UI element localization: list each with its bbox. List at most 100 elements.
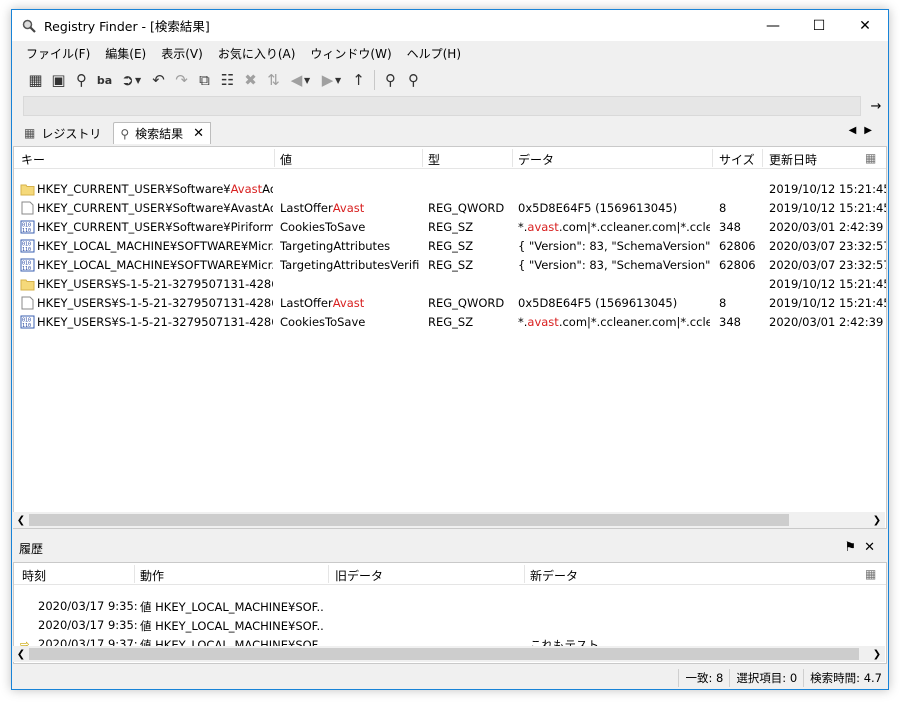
tab-search-results-label: 検索結果: [135, 127, 184, 141]
search-computer-icon[interactable]: ▣: [47, 69, 70, 91]
forward-dropdown-icon[interactable]: ▼: [335, 76, 345, 85]
column-header-size[interactable]: サイズ: [719, 151, 755, 168]
history-panel-header: 履歴 ⚑✕: [13, 538, 887, 558]
menu-file[interactable]: ファイル(F): [26, 45, 90, 62]
column-header-time[interactable]: 時刻: [22, 567, 46, 584]
go-arrow-icon[interactable]: →: [868, 96, 884, 116]
history-scroll-right-icon[interactable]: ❯: [869, 649, 885, 660]
column-header-action[interactable]: 動作: [140, 567, 164, 584]
paste-icon[interactable]: ☷: [216, 69, 239, 91]
refresh-icon[interactable]: ⇅: [262, 69, 285, 91]
cell-date: 2020/03/07 23:32:57: [769, 258, 887, 272]
column-header-key[interactable]: キー: [21, 151, 45, 168]
address-bar-input[interactable]: [23, 96, 861, 116]
status-bar: 一致: 8 選択項目: 0 検索時間: 4.7: [12, 666, 888, 690]
table-row[interactable]: HKEY_CURRENT_USER¥Software¥AvastAdS... La…: [14, 199, 886, 218]
toolbar-separator: [374, 70, 375, 90]
column-chooser-icon[interactable]: ▦: [865, 151, 876, 165]
up-icon[interactable]: ↑: [347, 69, 370, 91]
string-value-icon: 010 110: [20, 258, 35, 272]
string-value-icon: 010 110: [20, 220, 35, 234]
cell-date: 2019/10/12 15:21:45: [769, 277, 887, 291]
folder-icon: [20, 182, 35, 196]
history-row[interactable]: 2020/03/17 9:35:... 値 HKEY_LOCAL_MACHINE¥…: [14, 616, 886, 635]
status-search-time: 検索時間: 4.7: [803, 669, 888, 687]
tab-search-results[interactable]: ⚲ 検索結果 ✕: [113, 122, 212, 144]
column-header-value[interactable]: 値: [280, 151, 292, 168]
cell-action: 値 HKEY_LOCAL_MACHINE¥SOF...: [140, 619, 324, 633]
menu-window[interactable]: ウィンドウ(W): [310, 45, 391, 62]
back-dropdown-icon[interactable]: ▼: [304, 76, 314, 85]
title-bar[interactable]: Registry Finder - [検索結果] — ☐ ✕: [12, 10, 888, 41]
copy-icon[interactable]: ⧉: [193, 69, 216, 91]
scroll-right-icon[interactable]: ❯: [869, 515, 885, 526]
cell-key: HKEY_LOCAL_MACHINE¥SOFTWARE¥Micr...: [37, 258, 273, 272]
cell-key: HKEY_CURRENT_USER¥Software¥AvastAdS...: [37, 201, 273, 215]
cell-data: 0x5D8E64F5 (1569613045): [518, 201, 678, 215]
cell-value: TargetingAttributesVerifi...: [280, 258, 420, 272]
undo-icon[interactable]: ↶: [147, 69, 170, 91]
menu-edit[interactable]: 編集(E): [105, 45, 146, 62]
delete-icon[interactable]: ✖: [239, 69, 262, 91]
results-hscrollbar[interactable]: ❮ ❯: [13, 512, 885, 528]
table-row[interactable]: 010 110 HKEY_LOCAL_MACHINE¥SOFTWARE¥Micr..…: [14, 256, 886, 275]
column-header-old-data[interactable]: 旧データ: [335, 567, 383, 584]
table-row[interactable]: HKEY_USERS¥S-1-5-21-3279507131-428624...…: [14, 294, 886, 313]
find-previous-icon[interactable]: ⚲: [379, 69, 402, 91]
find-icon[interactable]: ⚲: [70, 69, 93, 91]
column-header-date[interactable]: 更新日時: [769, 151, 817, 168]
cell-key: HKEY_USERS¥S-1-5-21-3279507131-428624...: [37, 277, 273, 291]
menu-help[interactable]: ヘルプ(H): [407, 45, 461, 62]
pin-icon[interactable]: ⚑: [844, 540, 864, 555]
cell-date: 2020/03/01 2:42:39: [769, 220, 884, 234]
cell-value: CookiesToSave: [280, 220, 366, 234]
close-tab-icon[interactable]: ✕: [193, 126, 204, 141]
find-next-icon[interactable]: ⚲: [402, 69, 425, 91]
binary-value-icon: [20, 201, 35, 215]
tab-registry[interactable]: ▦ レジストリ: [18, 122, 107, 144]
table-row[interactable]: 010 110 HKEY_LOCAL_MACHINE¥SOFTWARE¥Micr..…: [14, 237, 886, 256]
cell-type: REG_QWORD: [428, 296, 505, 310]
history-header: 時刻 動作 旧データ 新データ ▦: [14, 563, 886, 585]
redo-icon[interactable]: ↷: [170, 69, 193, 91]
export-dropdown-icon[interactable]: ▼: [135, 76, 145, 85]
registry-icon[interactable]: ▦: [24, 69, 47, 91]
string-value-icon: 010 110: [20, 315, 35, 329]
app-window: Registry Finder - [検索結果] — ☐ ✕ ファイル(F) 編…: [11, 9, 889, 690]
menu-bar: ファイル(F) 編集(E) 表示(V) お気に入り(A) ウィンドウ(W) ヘル…: [12, 42, 888, 64]
history-row[interactable]: 2020/03/17 9:35:... 値 HKEY_LOCAL_MACHINE¥…: [14, 597, 886, 616]
menu-view[interactable]: 表示(V): [161, 45, 203, 62]
cell-value: LastOfferAvast: [280, 201, 365, 215]
cell-date: 2019/10/12 15:21:45: [769, 182, 887, 196]
cell-key: HKEY_USERS¥S-1-5-21-3279507131-428624...: [37, 296, 273, 310]
column-header-new-data[interactable]: 新データ: [530, 567, 578, 584]
cell-data: { "Version": 83, "SchemaVersion":...: [518, 258, 710, 272]
table-row[interactable]: 010 110 HKEY_CURRENT_USER¥Software¥Pirifor…: [14, 218, 886, 237]
history-column-chooser-icon[interactable]: ▦: [865, 567, 876, 581]
table-row[interactable]: 010 110 HKEY_USERS¥S-1-5-21-3279507131-428…: [14, 313, 886, 332]
maximize-button[interactable]: ☐: [796, 10, 842, 41]
close-window-button[interactable]: ✕: [842, 10, 888, 41]
close-panel-icon[interactable]: ✕: [864, 540, 883, 555]
table-row[interactable]: HKEY_USERS¥S-1-5-21-3279507131-428624...…: [14, 275, 886, 294]
column-header-data[interactable]: データ: [518, 151, 554, 168]
cell-key: HKEY_USERS¥S-1-5-21-3279507131-428624...: [37, 315, 273, 329]
scroll-thumb[interactable]: [29, 514, 789, 526]
menu-favorites[interactable]: お気に入り(A): [218, 45, 296, 62]
cell-type: REG_SZ: [428, 315, 474, 329]
column-header-type[interactable]: 型: [428, 151, 440, 168]
tab-scroll-icons[interactable]: ◀▶: [849, 125, 880, 136]
cell-type: REG_SZ: [428, 239, 474, 253]
history-scroll-thumb[interactable]: [29, 648, 859, 660]
scroll-left-icon[interactable]: ❮: [13, 515, 29, 526]
replace-icon[interactable]: ba: [93, 69, 116, 91]
tab-strip: ▦ レジストリ ⚲ 検索結果 ✕ ◀▶: [12, 121, 888, 145]
cell-value: TargetingAttributes: [280, 239, 391, 253]
cell-size: 62806: [719, 258, 756, 272]
table-row[interactable]: HKEY_CURRENT_USER¥Software¥AvastAdS... 20…: [14, 180, 886, 199]
history-hscrollbar[interactable]: ❮ ❯: [13, 646, 885, 662]
minimize-button[interactable]: —: [750, 10, 796, 41]
magnifier-app-icon: [22, 19, 36, 33]
history-scroll-left-icon[interactable]: ❮: [13, 649, 29, 660]
cell-time: 2020/03/17 9:35:...: [38, 599, 138, 613]
